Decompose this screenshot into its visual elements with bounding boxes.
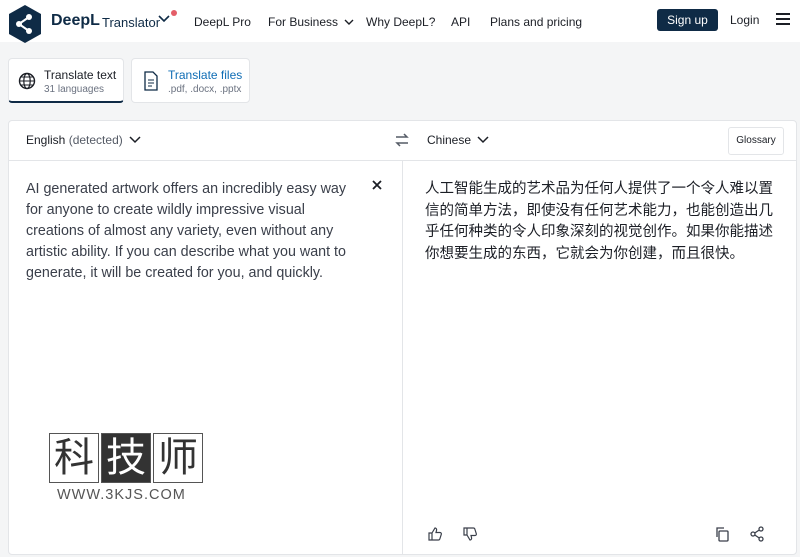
watermark-char: 师 xyxy=(153,433,203,483)
tab-subtitle: .pdf, .docx, .pptx xyxy=(168,84,242,95)
watermark-char: 技 xyxy=(101,433,151,483)
globe-icon xyxy=(18,72,36,90)
thumbs-down-icon[interactable] xyxy=(462,526,478,542)
signup-button[interactable]: Sign up xyxy=(657,9,718,31)
copy-icon[interactable] xyxy=(714,526,730,542)
watermark-url: WWW.3KJS.COM xyxy=(57,487,186,503)
glossary-button[interactable]: Glossary xyxy=(728,127,784,155)
top-nav: DeepL Translator DeepL Pro For Business … xyxy=(0,0,800,44)
nav-api[interactable]: API xyxy=(451,15,470,29)
deepl-logo-icon[interactable] xyxy=(7,4,43,44)
divider xyxy=(402,160,403,555)
nav-for-business[interactable]: For Business xyxy=(268,15,354,29)
nav-plans-pricing[interactable]: Plans and pricing xyxy=(490,15,582,29)
target-language-select[interactable]: Chinese xyxy=(427,133,489,147)
watermark-char: 科 xyxy=(49,433,99,483)
source-language-select[interactable]: English (detected) xyxy=(26,133,141,147)
notification-dot xyxy=(171,10,177,16)
share-icon[interactable] xyxy=(749,526,765,542)
document-icon xyxy=(144,71,158,91)
tab-title: Translate text xyxy=(44,68,117,82)
menu-icon[interactable] xyxy=(776,13,790,25)
tab-translate-files[interactable]: Translate files .pdf, .docx, .pptx xyxy=(131,58,250,103)
chevron-down-icon xyxy=(477,136,489,144)
tab-translate-text[interactable]: Translate text 31 languages xyxy=(8,58,124,103)
nav-why-deepl[interactable]: Why DeepL? xyxy=(366,15,435,29)
thumbs-up-icon[interactable] xyxy=(427,526,443,542)
swap-languages-icon[interactable] xyxy=(394,132,410,148)
target-text-output: 人工智能生成的艺术品为任何人提供了一个令人难以置信的简单方法，即使没有任何艺术能… xyxy=(425,181,773,262)
close-icon[interactable] xyxy=(371,179,383,191)
chevron-down-icon[interactable] xyxy=(157,13,171,25)
nav-deepl-pro[interactable]: DeepL Pro xyxy=(194,15,251,29)
chevron-down-icon xyxy=(344,19,354,25)
source-text-input[interactable]: AI generated artwork offers an incredibl… xyxy=(26,179,361,284)
brand-name[interactable]: DeepL xyxy=(51,12,100,30)
login-link[interactable]: Login xyxy=(730,13,759,27)
chevron-down-icon xyxy=(129,136,141,144)
brand-subtitle[interactable]: Translator xyxy=(102,15,160,30)
tab-title: Translate files xyxy=(168,68,243,82)
tab-subtitle: 31 languages xyxy=(44,84,105,95)
